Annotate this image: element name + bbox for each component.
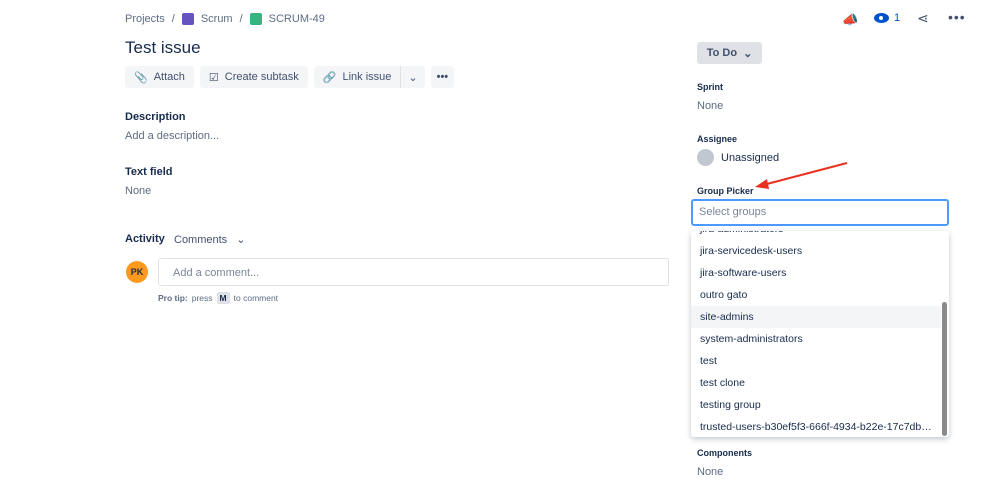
chevron-down-icon: ⌄ — [236, 234, 246, 246]
group-option[interactable]: test — [691, 350, 941, 372]
group-option[interactable]: system-administrators — [691, 328, 941, 350]
attach-button[interactable]: 📎 Attach — [125, 66, 194, 88]
description-input[interactable]: Add a description... — [125, 130, 219, 142]
comment-input[interactable]: Add a comment... — [158, 258, 669, 286]
components-label: Components — [697, 448, 752, 458]
more-actions-icon[interactable]: ••• — [948, 9, 966, 25]
link-icon: 🔗 — [322, 71, 337, 84]
group-option[interactable]: jira-servicedesk-users — [691, 240, 941, 262]
group-picker-input[interactable]: Select groups — [691, 199, 949, 226]
link-issue-group: 🔗 Link issue ⌄ — [313, 66, 425, 88]
link-issue-button[interactable]: 🔗 Link issue — [313, 66, 401, 88]
chevron-down-icon: ⌄ — [408, 71, 418, 84]
description-label: Description — [125, 111, 186, 123]
group-option[interactable]: testing group — [691, 394, 941, 416]
watcher-count: 1 — [894, 12, 901, 24]
breadcrumb-projects[interactable]: Projects — [125, 13, 165, 25]
breadcrumb-scrum[interactable]: Scrum — [201, 13, 233, 25]
create-subtask-button[interactable]: ☑ Create subtask — [199, 66, 308, 88]
pro-tip: Pro tip: press M to comment — [158, 292, 279, 304]
issue-toolbar: 📎 Attach ☑ Create subtask 🔗 Link issue ⌄ ••… — [125, 66, 455, 88]
sprint-label: Sprint — [697, 82, 723, 92]
avatar: PK — [126, 261, 148, 283]
group-options-menu: jira-administratorsjira-servicedesk-user… — [691, 231, 949, 437]
assignee-label: Assignee — [697, 134, 738, 144]
group-option[interactable]: jira-software-users — [691, 262, 941, 284]
group-option[interactable]: jira-administrators — [691, 231, 941, 240]
eye-icon — [874, 13, 889, 23]
breadcrumb-issue-key[interactable]: SCRUM-49 — [269, 13, 325, 25]
sprint-value[interactable]: None — [697, 100, 723, 112]
text-field-value[interactable]: None — [125, 185, 151, 197]
breadcrumb: Projects / Scrum / SCRUM-49 — [125, 13, 325, 25]
keyboard-key: M — [216, 292, 230, 304]
watch-button[interactable]: 1 — [874, 12, 900, 24]
status-dropdown[interactable]: To Do ⌄ — [697, 42, 762, 64]
subtask-icon: ☑ — [208, 71, 219, 84]
more-icon: ••• — [436, 71, 449, 83]
group-option[interactable]: trusted-users-b30ef5f3-666f-4934-b22e-17… — [691, 416, 941, 437]
text-field-label: Text field — [125, 166, 173, 178]
chevron-down-icon: ⌄ — [743, 47, 753, 60]
scrum-project-icon — [181, 13, 194, 25]
unassigned-avatar-icon — [697, 149, 714, 166]
scrollbar[interactable] — [942, 302, 947, 436]
group-option[interactable]: outro gato — [691, 284, 941, 306]
story-icon — [249, 13, 262, 25]
red-arrow-annotation — [755, 162, 848, 189]
group-option[interactable]: site-admins — [691, 306, 941, 328]
components-value[interactable]: None — [697, 466, 723, 478]
activity-filter-dropdown[interactable]: Comments ⌄ — [174, 233, 245, 246]
group-option[interactable]: test clone — [691, 372, 941, 394]
link-issue-dropdown[interactable]: ⌄ — [400, 66, 425, 88]
feedback-megaphone-icon[interactable]: 📣 — [842, 12, 858, 28]
more-button[interactable]: ••• — [430, 66, 455, 88]
issue-title[interactable]: Test issue — [125, 38, 201, 58]
activity-label: Activity — [125, 233, 165, 245]
paperclip-icon: 📎 — [134, 71, 148, 84]
share-icon[interactable]: ⋖ — [917, 10, 929, 27]
